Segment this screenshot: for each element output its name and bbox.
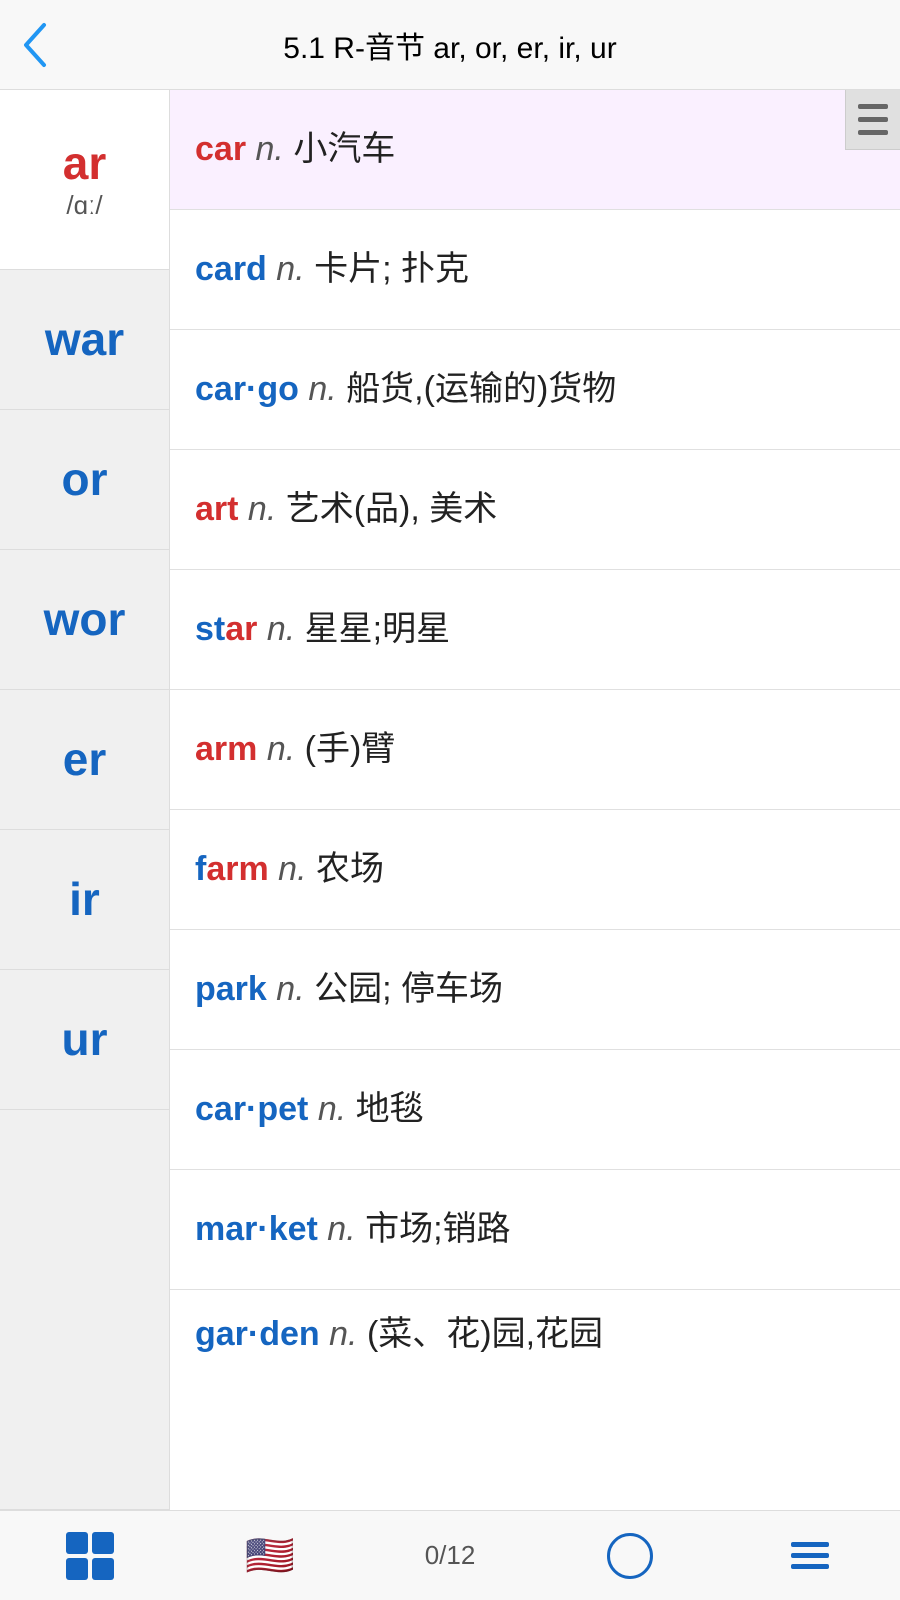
sidebar-phoneme-war: war bbox=[45, 314, 124, 365]
pos-park: n. bbox=[276, 970, 304, 1008]
back-button[interactable] bbox=[20, 21, 48, 69]
pos-star: n. bbox=[267, 610, 295, 648]
hw-park: park bbox=[195, 970, 267, 1008]
meaning-card: 卡片; 扑克 bbox=[314, 250, 469, 288]
word-entry-arm[interactable]: arm n. (手)臂 bbox=[170, 690, 900, 810]
pos-carpet: n. bbox=[318, 1090, 346, 1128]
sidebar-item-ir[interactable]: ir bbox=[0, 830, 169, 970]
pos-market: n. bbox=[327, 1210, 355, 1248]
meaning-market: 市场;销路 bbox=[365, 1210, 510, 1248]
word-list: car n. 小汽车 card n. 卡片; 扑克 car·go n. bbox=[170, 90, 900, 1510]
page-count-label: 0/12 bbox=[425, 1540, 476, 1571]
nav-circle[interactable] bbox=[540, 1533, 720, 1579]
hw-garden: gar·den bbox=[195, 1315, 320, 1353]
sidebar-phoneme-or: or bbox=[62, 454, 108, 505]
hw-art: art bbox=[195, 490, 238, 528]
sidebar-item-er[interactable]: er bbox=[0, 690, 169, 830]
pos-cargo: n. bbox=[308, 370, 336, 408]
hw-market: mar·ket bbox=[195, 1210, 318, 1248]
word-entry-garden[interactable]: gar·den n. (菜、花)园,花园 bbox=[170, 1290, 900, 1378]
pos-art: n. bbox=[248, 490, 276, 528]
word-entry-art[interactable]: art n. 艺术(品), 美术 bbox=[170, 450, 900, 570]
nav-page-count[interactable]: 0/12 bbox=[360, 1540, 540, 1571]
menu-icon[interactable] bbox=[845, 90, 900, 150]
hamburger-icon bbox=[791, 1542, 829, 1569]
word-entry-market[interactable]: mar·ket n. 市场;销路 bbox=[170, 1170, 900, 1290]
nav-flag[interactable]: 🇺🇸 bbox=[180, 1532, 360, 1579]
sidebar-item-or[interactable]: or bbox=[0, 410, 169, 550]
header: 5.1 R-音节 ar, or, er, ir, ur bbox=[0, 0, 900, 90]
word-entry-cargo[interactable]: car·go n. 船货,(运输的)货物 bbox=[170, 330, 900, 450]
hw-farm: f bbox=[195, 850, 206, 888]
menu-line-1 bbox=[858, 104, 888, 109]
hw-cargo: car·go bbox=[195, 370, 299, 408]
hw-carpet: car·pet bbox=[195, 1090, 308, 1128]
sidebar-phoneme-wor: wor bbox=[44, 594, 126, 645]
sidebar-item-ur[interactable]: ur bbox=[0, 970, 169, 1110]
nav-grid[interactable] bbox=[0, 1532, 180, 1580]
word-entry-card[interactable]: card n. 卡片; 扑克 bbox=[170, 210, 900, 330]
sidebar-item-wor[interactable]: wor bbox=[0, 550, 169, 690]
sidebar-phoneme-ar: ar bbox=[63, 138, 106, 189]
pos-card: n. bbox=[276, 250, 304, 288]
sidebar: ar /ɑː/ war or wor er ir ur bbox=[0, 90, 170, 1510]
meaning-carpet: 地毯 bbox=[356, 1090, 424, 1128]
hw-star: st bbox=[195, 610, 225, 648]
word-entry-farm[interactable]: farm n. 农场 bbox=[170, 810, 900, 930]
hw-car: car bbox=[195, 130, 246, 168]
meaning-car: 小汽车 bbox=[293, 130, 395, 168]
sidebar-phoneme-ur: ur bbox=[62, 1014, 108, 1065]
hw-star-ar: ar bbox=[225, 610, 257, 648]
grid-icon bbox=[66, 1532, 114, 1580]
word-entry-star[interactable]: star n. 星星;明星 bbox=[170, 570, 900, 690]
menu-line-3 bbox=[858, 130, 888, 135]
sidebar-item-ar[interactable]: ar /ɑː/ bbox=[0, 90, 169, 270]
sidebar-extra bbox=[0, 1110, 169, 1510]
pos-car: n. bbox=[256, 130, 284, 168]
nav-hamburger[interactable] bbox=[720, 1542, 900, 1569]
page-title: 5.1 R-音节 ar, or, er, ir, ur bbox=[283, 23, 616, 67]
sidebar-ipa-ar: /ɑː/ bbox=[66, 190, 102, 221]
hw-card: card bbox=[195, 250, 267, 288]
pos-arm: n. bbox=[267, 730, 295, 768]
meaning-art: 艺术(品), 美术 bbox=[286, 490, 498, 528]
circle-icon bbox=[607, 1533, 653, 1579]
pos-garden: n. bbox=[329, 1315, 357, 1353]
sidebar-phoneme-er: er bbox=[63, 734, 106, 785]
meaning-star: 星星;明星 bbox=[305, 610, 450, 648]
sidebar-phoneme-ir: ir bbox=[69, 874, 100, 925]
hw-farm-ar: arm bbox=[206, 850, 268, 888]
meaning-cargo: 船货,(运输的)货物 bbox=[346, 370, 616, 408]
us-flag-icon: 🇺🇸 bbox=[245, 1532, 295, 1579]
hw-arm: arm bbox=[195, 730, 257, 768]
meaning-garden: (菜、花)园,花园 bbox=[367, 1315, 603, 1353]
meaning-park: 公园; 停车场 bbox=[314, 970, 503, 1008]
word-entry-park[interactable]: park n. 公园; 停车场 bbox=[170, 930, 900, 1050]
meaning-arm: (手)臂 bbox=[305, 730, 396, 768]
menu-line-2 bbox=[858, 117, 888, 122]
word-entry-car[interactable]: car n. 小汽车 bbox=[170, 90, 900, 210]
pos-farm: n. bbox=[278, 850, 306, 888]
bottom-nav: 🇺🇸 0/12 bbox=[0, 1510, 900, 1600]
sidebar-item-war[interactable]: war bbox=[0, 270, 169, 410]
meaning-farm: 农场 bbox=[316, 850, 384, 888]
word-entry-carpet[interactable]: car·pet n. 地毯 bbox=[170, 1050, 900, 1170]
